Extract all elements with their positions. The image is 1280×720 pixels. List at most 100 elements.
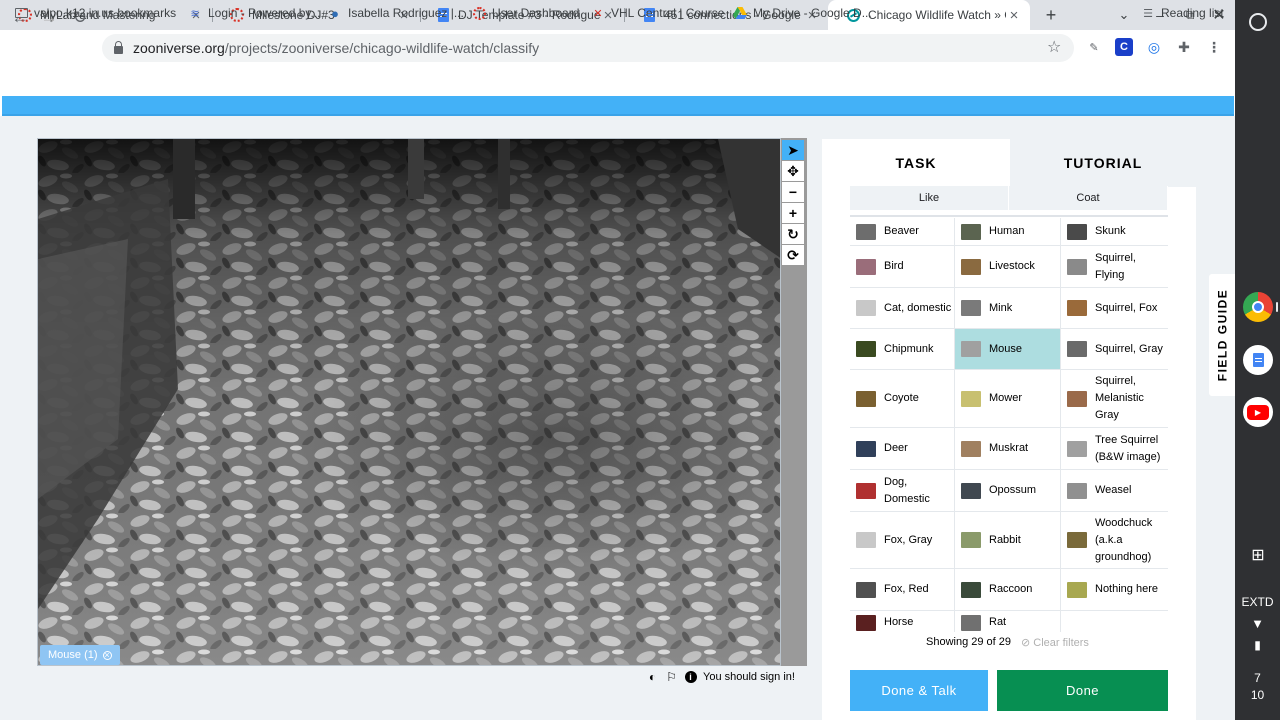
- choice-item[interactable]: Cat, domestic: [850, 288, 954, 329]
- tote-icon[interactable]: ⊞: [1243, 540, 1273, 570]
- choice-item[interactable]: Squirrel, Melanistic Gray: [1061, 370, 1168, 428]
- google-docs-app-icon[interactable]: [1243, 345, 1273, 375]
- choice-item[interactable]: Beaver: [850, 218, 954, 246]
- choice-item[interactable]: Dog, Domestic: [850, 470, 954, 512]
- selected-mark-chip[interactable]: Mouse (1) ×: [40, 645, 120, 665]
- choice-item[interactable]: Horse: [850, 611, 954, 634]
- clear-filters-link[interactable]: ⊘ Clear filters: [1021, 636, 1089, 649]
- pearson-ring-icon: [472, 6, 486, 20]
- bookmarks-bar: [0, 66, 1235, 92]
- bookmark[interactable]: User Dashboard: [472, 5, 579, 21]
- filter-coat[interactable]: Coat: [1009, 186, 1168, 210]
- subject-meta-row: ◐ ⚐ i You should sign in!: [646, 668, 795, 686]
- mark-chip-label: Mouse (1): [48, 649, 98, 661]
- choice-thumbnail: [1067, 532, 1087, 548]
- new-tab-button[interactable]: +: [1038, 0, 1064, 30]
- zoom-in-icon[interactable]: +: [782, 203, 804, 223]
- bookmark-folder[interactable]: valpo.k12.in.us bookmarks: [14, 5, 176, 21]
- choice-item[interactable]: Livestock: [955, 246, 1060, 288]
- classlink-extension-icon[interactable]: C: [1115, 38, 1133, 56]
- choice-item[interactable]: Mouse: [955, 329, 1060, 370]
- bookmark[interactable]: My Drive - Google D...: [733, 5, 872, 21]
- choice-item[interactable]: Mower: [955, 370, 1060, 428]
- choice-item[interactable]: Opossum: [955, 470, 1060, 512]
- flag-icon[interactable]: ⚐: [665, 670, 678, 684]
- choice-label: Deer: [884, 442, 908, 454]
- reading-list-label: Reading list: [1161, 6, 1224, 20]
- choice-item[interactable]: Muskrat: [955, 428, 1060, 470]
- choice-thumbnail: [961, 390, 981, 407]
- zoom-out-icon[interactable]: −: [782, 182, 804, 202]
- url-host: zooniverse.org: [133, 40, 225, 56]
- bookmark-label: Isabella Rodriguez |...: [348, 6, 464, 20]
- close-icon[interactable]: ×: [1006, 7, 1022, 24]
- choice-item[interactable]: Tree Squirrel (B&W image): [1061, 428, 1168, 470]
- subject-image[interactable]: [37, 138, 781, 666]
- choice-item[interactable]: Mink: [955, 288, 1060, 329]
- choice-thumbnail: [856, 581, 876, 598]
- tab-task[interactable]: TASK: [822, 139, 1010, 187]
- info-icon[interactable]: i: [684, 671, 697, 684]
- done-and-talk-button[interactable]: Done & Talk: [850, 670, 988, 711]
- choice-thumbnail: [1067, 223, 1087, 240]
- choice-thumbnail: [856, 223, 876, 240]
- tab-search-icon[interactable]: ⌄: [1112, 0, 1136, 30]
- invert-contrast-icon[interactable]: ◐: [646, 670, 659, 684]
- choice-thumbnail: [961, 300, 981, 316]
- choice-label: Mink: [989, 301, 1013, 314]
- menu-icon[interactable]: ⋮: [1205, 38, 1223, 56]
- choice-item[interactable]: Rat: [955, 611, 1060, 634]
- filter-divider: [850, 215, 1168, 217]
- choice-item[interactable]: Woodchuck (a.k.a groundhog): [1061, 512, 1168, 569]
- choice-item[interactable]: Squirrel, Gray: [1061, 329, 1168, 370]
- bookmark[interactable]: ✕ VHL Central | Course: [591, 5, 724, 21]
- clock-minute[interactable]: 10: [1235, 688, 1280, 702]
- clock-hour[interactable]: 7: [1235, 671, 1280, 685]
- done-button[interactable]: Done: [997, 670, 1168, 711]
- puzzle-icon[interactable]: ✚: [1175, 38, 1193, 56]
- wifi-icon[interactable]: ▼: [1235, 616, 1280, 631]
- choice-label: Weasel: [1095, 484, 1132, 496]
- choice-item[interactable]: Coyote: [850, 370, 954, 428]
- chrome-icon[interactable]: [1243, 292, 1273, 322]
- field-guide-tab[interactable]: FIELD GUIDE: [1209, 274, 1235, 396]
- choice-thumbnail: [961, 341, 981, 357]
- launcher-icon[interactable]: [1249, 13, 1267, 31]
- bookmark-label: Login - Powered by...: [208, 6, 321, 20]
- tab-tutorial[interactable]: TUTORIAL: [1010, 139, 1196, 187]
- choice-item[interactable]: Squirrel, Fox: [1061, 288, 1168, 329]
- choice-item[interactable]: Human: [955, 218, 1060, 246]
- extension-icon[interactable]: ✎: [1085, 38, 1103, 56]
- shield-extension-icon[interactable]: ◎: [1145, 38, 1163, 56]
- sign-in-note[interactable]: You should sign in!: [703, 671, 795, 683]
- bookmark-star-icon[interactable]: ☆: [1047, 37, 1061, 57]
- choice-item[interactable]: Bird: [850, 246, 954, 288]
- youtube-icon[interactable]: ▶: [1243, 397, 1273, 427]
- choice-item[interactable]: Nothing here: [1061, 569, 1168, 611]
- reading-list[interactable]: ☰ Reading list: [1141, 5, 1224, 21]
- battery-icon[interactable]: ▮: [1235, 638, 1280, 652]
- choice-item[interactable]: Weasel: [1061, 470, 1168, 512]
- filter-like[interactable]: Like: [850, 186, 1009, 210]
- bookmark[interactable]: ● Isabella Rodriguez |...: [328, 5, 464, 21]
- pan-icon[interactable]: ✥: [782, 161, 804, 181]
- remove-mark-icon[interactable]: ×: [102, 650, 112, 660]
- choice-item[interactable]: Fox, Gray: [850, 512, 954, 569]
- choice-item[interactable]: Squirrel, Flying: [1061, 246, 1168, 288]
- choice-thumbnail: [961, 440, 981, 457]
- choice-label: Cat, domestic: [884, 301, 952, 314]
- bookmark[interactable]: ≋ Login - Powered by...: [188, 5, 321, 21]
- rotate-icon[interactable]: ↻: [782, 224, 804, 244]
- reset-icon[interactable]: ⟳: [782, 245, 804, 265]
- pointer-icon[interactable]: ➤: [782, 140, 804, 160]
- column-divider: [1060, 218, 1061, 632]
- address-bar[interactable]: zooniverse.org/projects/zooniverse/chica…: [102, 34, 1074, 62]
- choice-item[interactable]: Chipmunk: [850, 329, 954, 370]
- choice-thumbnail: [1067, 258, 1087, 275]
- choice-item[interactable]: Rabbit: [955, 512, 1060, 569]
- choice-item[interactable]: Deer: [850, 428, 954, 470]
- choice-thumbnail: [856, 300, 876, 316]
- choice-item[interactable]: Raccoon: [955, 569, 1060, 611]
- choice-item[interactable]: Fox, Red: [850, 569, 954, 611]
- choice-item[interactable]: Skunk: [1061, 218, 1168, 246]
